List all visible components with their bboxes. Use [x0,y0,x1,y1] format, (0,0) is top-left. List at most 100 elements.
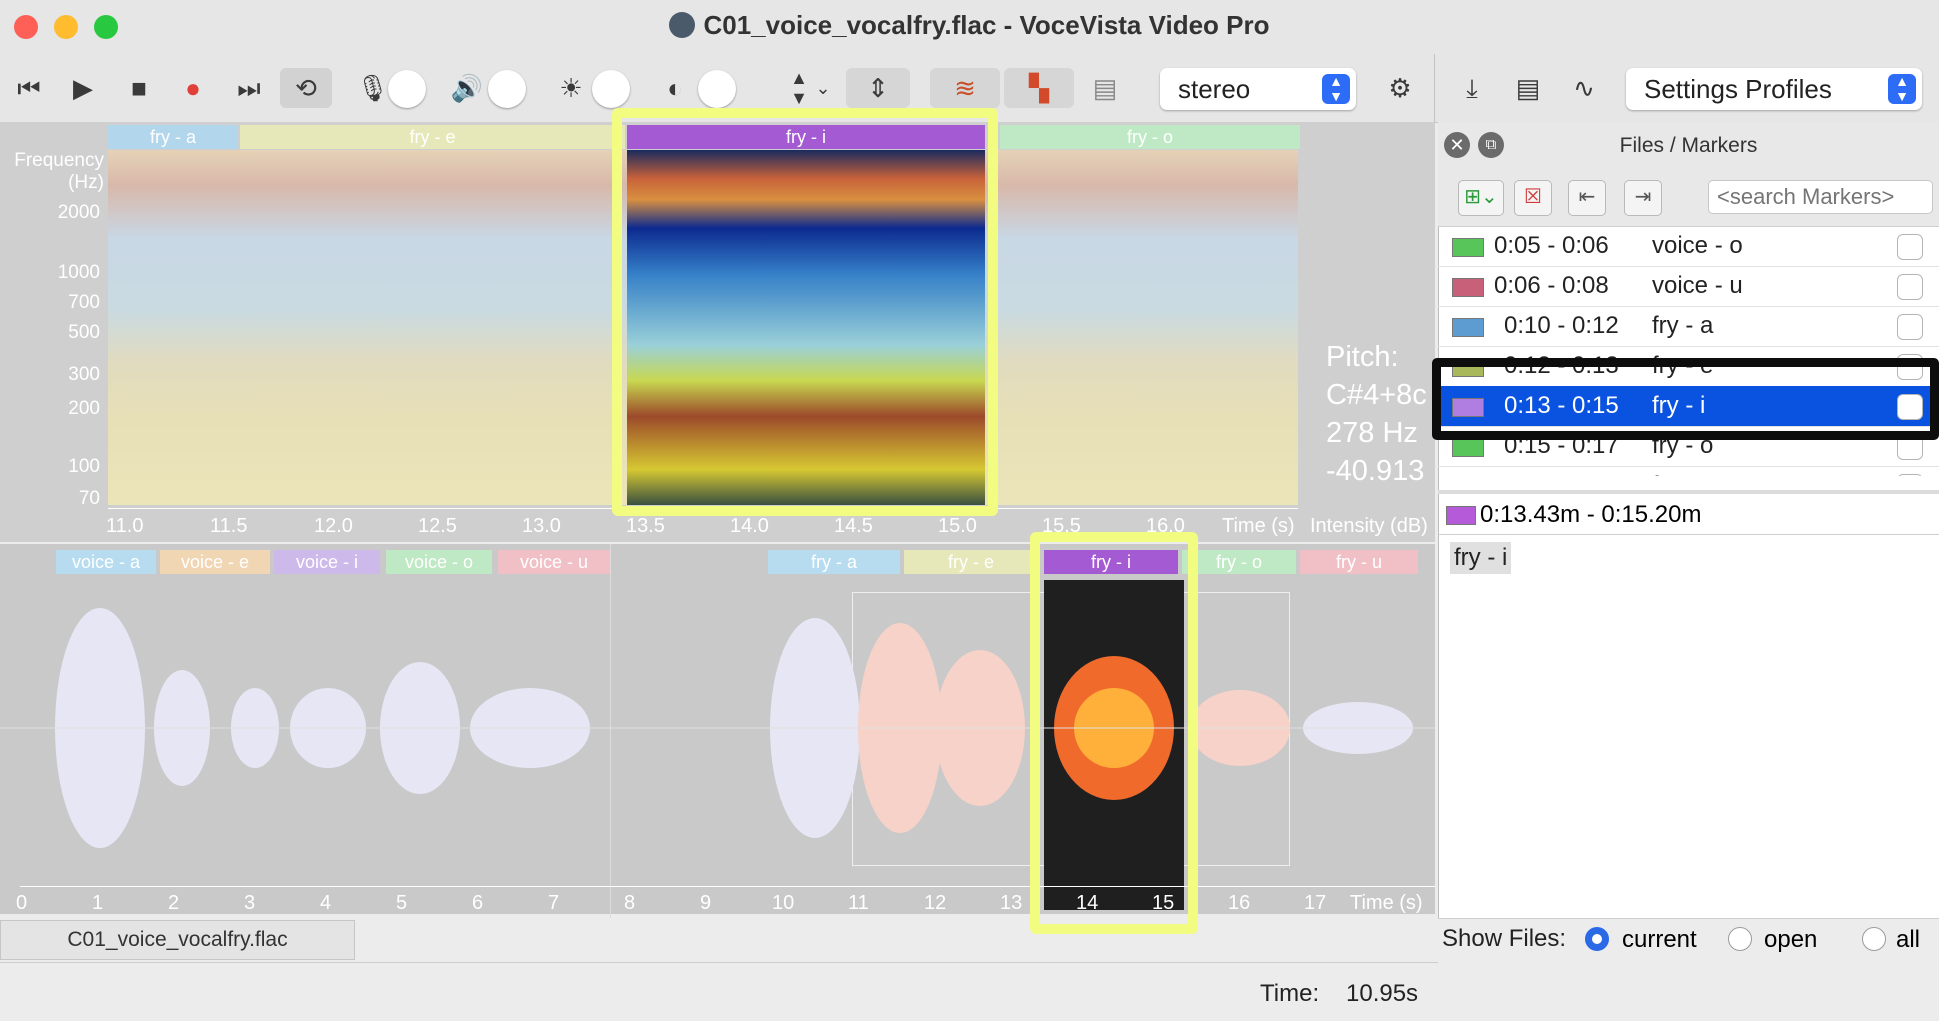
marker-detail: 0:13.43m - 0:15.20m [1438,496,1939,535]
pitch-note: C#4+8c [1326,379,1427,411]
y-tick: 2000 [57,202,100,223]
highlight-frame [1030,532,1198,934]
intensity-label: Intensity (dB) [1310,515,1428,537]
x-tick: 2 [168,892,180,914]
status-bar: Time: 10.95s [0,962,1939,1021]
gear-icon[interactable]: ⚙ [1382,68,1418,108]
toolbar-divider [1434,54,1435,122]
x-tick: 9 [700,892,712,914]
mic-gain-knob[interactable] [388,70,426,108]
y-tick: 100 [68,456,100,477]
marker-color-swatch [1452,438,1484,457]
x-tick: 0 [16,892,28,914]
marker-checkbox[interactable] [1897,234,1923,260]
detail-color-swatch [1446,506,1476,525]
brightness-knob[interactable] [592,70,630,108]
fry-marker[interactable]: fry - o [1182,550,1296,574]
marker-note-text[interactable]: fry - i [1450,542,1512,574]
waveform-colormap-icon[interactable]: ▚ [1004,68,1074,108]
frequency-axis-label: Frequency (Hz) [14,150,104,193]
marker-range: 0:05 - 0:06 [1494,232,1609,259]
x-tick: 3 [244,892,256,914]
marker-checkbox[interactable] [1897,314,1923,340]
import-icon[interactable]: ⤓ [1454,68,1490,108]
skip-back-icon[interactable]: ⏮ [14,68,44,108]
x-tick: 15.0 [938,515,977,537]
overlay-icon[interactable]: ▤ [1090,68,1120,108]
voice-marker[interactable]: voice - i [274,550,380,574]
voice-marker[interactable]: voice - o [386,550,492,574]
radio-current[interactable] [1585,927,1609,951]
marker-checkbox[interactable] [1897,474,1923,476]
marker-color-swatch [1452,238,1484,257]
waveform-axis-line [20,886,1435,887]
x-tick: 6 [472,892,484,914]
record-icon[interactable]: ● [178,68,208,108]
fry-marker[interactable]: fry - a [768,550,900,574]
radio-open[interactable] [1728,927,1752,951]
voice-marker[interactable]: voice - e [160,550,270,574]
search-markers-input[interactable] [1708,180,1933,214]
x-axis-label: Time (s) [1222,515,1295,537]
x-tick: 11.5 [210,515,248,537]
contrast-knob[interactable] [698,70,736,108]
spectrogram-colormap-icon[interactable]: ≋ [930,68,1000,108]
play-icon[interactable]: ▶ [68,68,98,108]
spectro-marker[interactable]: fry - o [1000,125,1300,149]
pitch-frequency: 278 Hz [1326,417,1418,449]
files-markers-header: ✕ ⧉ Files / Markers [1438,122,1939,171]
x-tick: 17 [1304,892,1327,914]
x-tick: 13 [1000,892,1023,914]
marker-row[interactable]: 0:06 - 0:08 voice - u [1438,266,1939,307]
y-tick: 200 [68,398,100,419]
chevron-down-icon[interactable]: ⌄ [812,68,834,108]
file-tab[interactable]: C01_voice_vocalfry.flac [0,920,355,960]
y-tick: 700 [68,292,100,313]
volume-knob[interactable] [488,70,526,108]
stop-icon[interactable]: ■ [124,68,154,108]
marker-name: voice - u [1652,272,1743,299]
highlight-frame [612,108,998,516]
waveform-icon[interactable]: ∿ [1566,68,1602,108]
fry-marker[interactable]: fry - e [904,550,1038,574]
marker-row[interactable]: 0:05 - 0:06 voice - o [1438,226,1939,267]
marker-row[interactable]: 0:17 - 0:18 fry - u [1438,466,1939,476]
align-icon[interactable]: ⇕ [846,68,910,108]
fry-marker[interactable]: fry - u [1300,550,1418,574]
x-axis-label: Time (s) [1350,892,1423,914]
splitter[interactable] [1438,490,1939,494]
detail-range: 0:13.43m - 0:15.20m [1480,501,1702,528]
skip-forward-icon[interactable]: ⏭ [234,68,264,108]
add-marker-icon[interactable]: ⊞⌄ [1458,180,1504,216]
pitch-label: Pitch: [1326,341,1399,373]
spectro-marker[interactable]: fry - a [108,125,238,149]
loop-toggle-icon[interactable]: ⟲ [280,68,332,108]
marker-toolbar: ⊞⌄ ☒ ⇤ ⇥ [1438,170,1939,227]
marker-range: 0:10 - 0:12 [1504,312,1619,339]
x-tick: 16 [1228,892,1251,914]
x-tick: 8 [624,892,636,914]
x-tick: 10 [772,892,795,914]
radio-all-label: all [1896,926,1921,953]
microphone-icon: 🎙 [356,73,390,103]
voice-marker[interactable]: voice - u [498,550,610,574]
delete-marker-icon[interactable]: ☒ [1514,180,1552,216]
marker-checkbox[interactable] [1897,274,1923,300]
radio-current-label: current [1622,926,1697,953]
marker-row[interactable]: 0:10 - 0:12 fry - a [1438,306,1939,347]
channel-select[interactable]: stereo ▲ ▼ [1160,68,1356,110]
marker-name: fry - a [1652,312,1714,339]
x-tick: 5 [396,892,408,914]
voice-marker[interactable]: voice - a [56,550,156,574]
document-icon[interactable]: ▤ [1510,68,1546,108]
x-tick: 12.0 [314,515,353,537]
settings-profiles-select[interactable]: Settings Profiles ▲ ▼ [1626,68,1922,110]
x-tick: 13.5 [626,515,665,537]
next-marker-icon[interactable]: ⇥ [1624,180,1662,216]
gain-stepper[interactable]: ▲ ▼ [788,68,810,108]
spectro-marker[interactable]: fry - e [240,125,625,149]
radio-all[interactable] [1862,927,1886,951]
marker-range: 0:17 - 0:18 [1504,466,1619,476]
previous-marker-icon[interactable]: ⇤ [1568,180,1606,216]
contrast-icon: ◐ [667,73,683,103]
